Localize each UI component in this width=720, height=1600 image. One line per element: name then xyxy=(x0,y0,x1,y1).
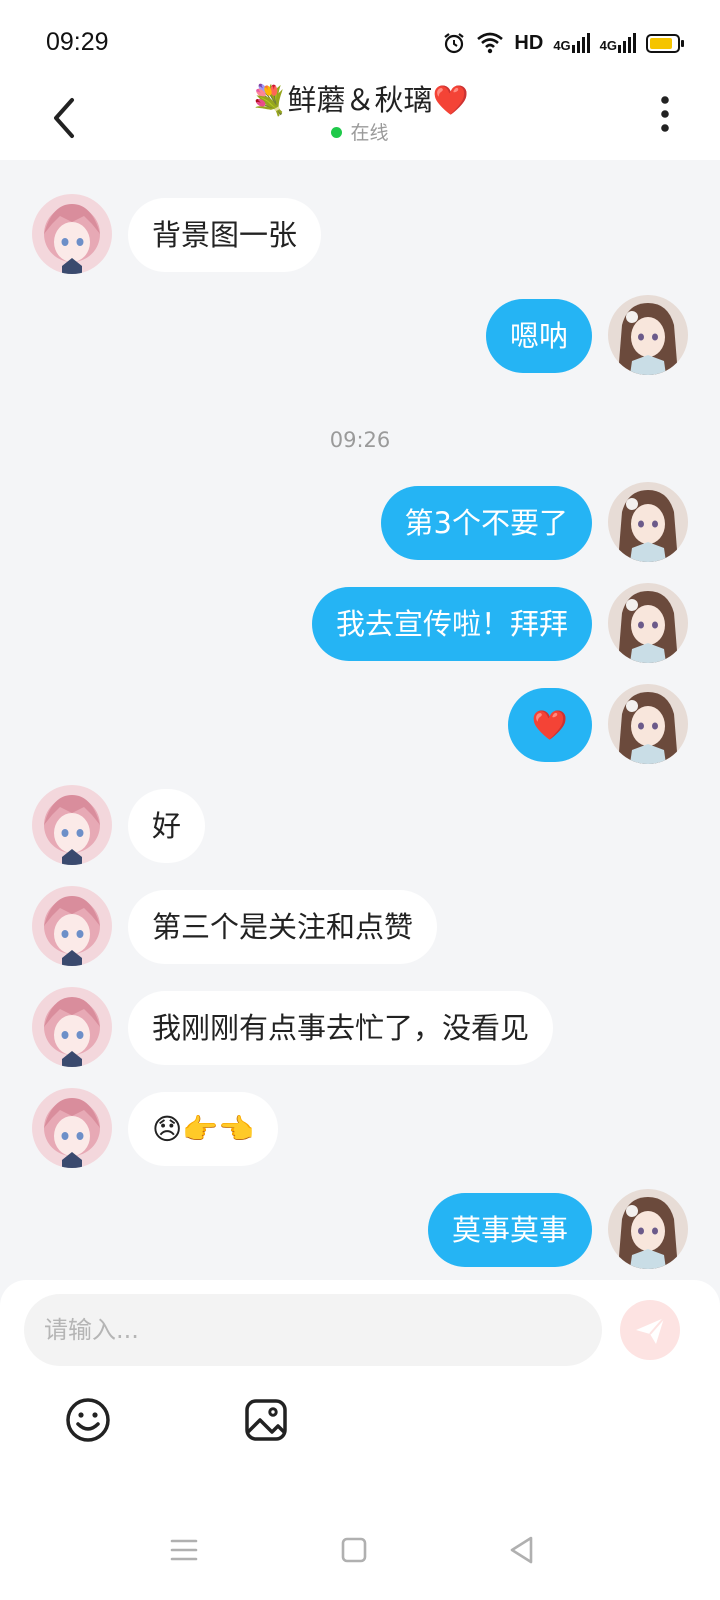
battery-fill xyxy=(650,37,672,49)
message-row: ❤️ xyxy=(0,684,720,764)
message-bubble[interactable]: 第三个是关注和点赞 xyxy=(128,890,438,964)
message-bubble[interactable]: 我去宣传啦！拜拜 xyxy=(311,587,592,661)
avatar-brown-hair xyxy=(608,482,688,562)
signal-2: 4G xyxy=(600,33,636,53)
message-input[interactable] xyxy=(24,1294,602,1366)
status-icons: HD 4G 4G xyxy=(442,28,684,58)
send-button[interactable] xyxy=(620,1300,680,1360)
square-icon xyxy=(341,1537,367,1563)
paper-plane-icon xyxy=(636,1317,665,1344)
message-row: 莫事莫事 xyxy=(0,1189,720,1269)
avatar-brown-hair xyxy=(608,684,688,764)
avatar[interactable] xyxy=(608,684,688,764)
avatar[interactable] xyxy=(32,987,112,1067)
message-bubble[interactable]: 我刚刚有点事去忙了，没看见 xyxy=(128,991,554,1065)
message-row: 😞👉👈 xyxy=(0,1088,720,1168)
nav-menu-button[interactable] xyxy=(166,1532,202,1568)
avatar[interactable] xyxy=(32,785,112,865)
image-icon xyxy=(245,1399,287,1441)
menu-icon xyxy=(170,1539,198,1561)
hd-label: HD xyxy=(514,31,544,54)
message-row: 第3个不要了 xyxy=(0,482,720,562)
smiley-icon xyxy=(66,1398,110,1442)
message-bubble[interactable]: 好 xyxy=(128,789,206,863)
message-bubble[interactable]: 背景图一张 xyxy=(128,198,322,272)
alarm-icon xyxy=(444,33,465,54)
signal-1: 4G xyxy=(553,33,590,53)
avatar-brown-hair xyxy=(608,295,688,375)
composer xyxy=(0,1280,720,1510)
message-bubble[interactable]: 第3个不要了 xyxy=(380,486,592,560)
online-status-label: 在线 xyxy=(350,122,389,144)
message-row: 我去宣传啦！拜拜 xyxy=(0,583,720,663)
message-bubble[interactable]: 😞👉👈 xyxy=(128,1092,279,1166)
emoji-button[interactable] xyxy=(64,1396,112,1444)
signal-icon xyxy=(571,33,590,53)
chat-title: 💐鲜蘑＆秋璃❤️ xyxy=(251,83,469,117)
image-button[interactable] xyxy=(242,1396,290,1444)
avatar[interactable] xyxy=(32,1088,112,1168)
message-row: 第三个是关注和点赞 xyxy=(0,886,720,966)
nav-back-button[interactable] xyxy=(504,1532,540,1568)
status-time: 09:29 xyxy=(46,28,109,56)
avatar[interactable] xyxy=(608,482,688,562)
message-row: 我刚刚有点事去忙了，没看见 xyxy=(0,987,720,1067)
online-dot xyxy=(331,127,343,138)
triangle-back-icon xyxy=(510,1536,533,1564)
avatar-brown-hair xyxy=(608,1189,688,1269)
avatar[interactable] xyxy=(608,295,688,375)
message-row: 背景图一张 xyxy=(0,194,720,274)
message-row: 嗯呐 xyxy=(0,295,720,375)
avatar[interactable] xyxy=(32,886,112,966)
wifi-icon xyxy=(477,32,504,54)
avatar[interactable] xyxy=(32,194,112,274)
timestamp: 09:26 xyxy=(329,428,391,452)
navigation-bar xyxy=(0,1510,720,1600)
more-button[interactable] xyxy=(658,94,672,134)
avatar-pink-hair xyxy=(32,1088,112,1168)
signal-icon xyxy=(618,33,636,53)
avatar-pink-hair xyxy=(32,194,112,274)
more-vertical-icon xyxy=(661,96,669,132)
battery-icon xyxy=(646,33,684,53)
message-bubble[interactable]: 莫事莫事 xyxy=(427,1193,592,1267)
signal-1-label: 4G xyxy=(553,38,571,53)
chat-header: 💐鲜蘑＆秋璃❤️ 在线 xyxy=(0,82,720,160)
message-bubble[interactable]: 嗯呐 xyxy=(485,299,592,373)
message-row: 好 xyxy=(0,785,720,865)
avatar[interactable] xyxy=(608,583,688,663)
avatar[interactable] xyxy=(608,1189,688,1269)
message-bubble[interactable]: ❤️ xyxy=(507,688,592,762)
status-bar: 09:29 HD 4G 4G xyxy=(0,0,720,82)
nav-home-button[interactable] xyxy=(336,1532,372,1568)
avatar-brown-hair xyxy=(608,583,688,663)
avatar-pink-hair xyxy=(32,886,112,966)
online-status: 在线 xyxy=(0,118,720,145)
avatar-pink-hair xyxy=(32,987,112,1067)
avatar-pink-hair xyxy=(32,785,112,865)
signal-2-label: 4G xyxy=(599,38,617,53)
